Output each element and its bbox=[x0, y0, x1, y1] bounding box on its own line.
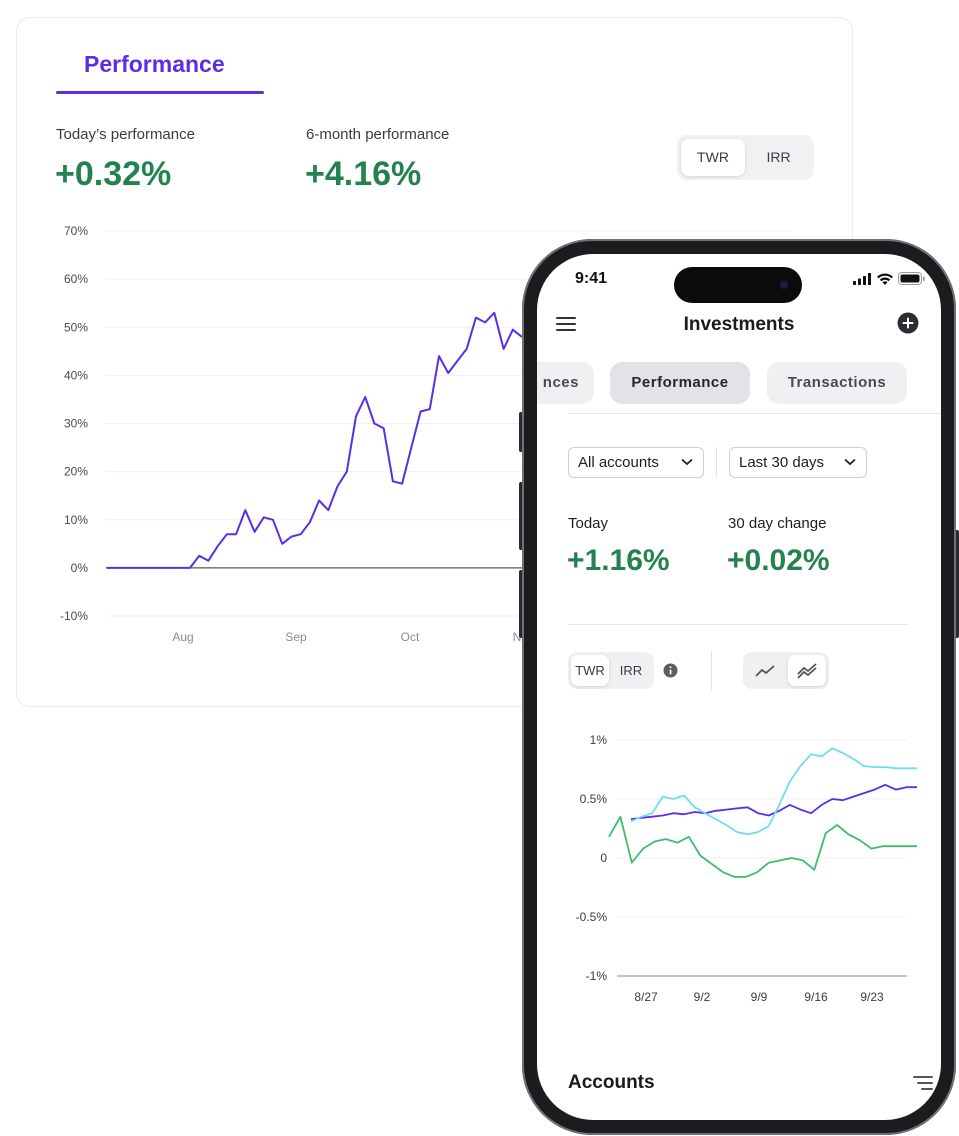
y-tick-label: 20% bbox=[64, 465, 88, 479]
y-tick-label: 70% bbox=[64, 224, 88, 238]
y-tick-label: 30% bbox=[64, 417, 88, 431]
x-tick-label: Oct bbox=[401, 630, 420, 644]
x-tick-label: 8/27 bbox=[634, 990, 658, 1004]
x-tick-label: 9/23 bbox=[860, 990, 884, 1004]
phone-performance-chart: 1% 0.5% 0 -0.5% -1% 8/27 9/2 9/9 9/16 9/23 bbox=[576, 733, 917, 1004]
x-tick-label: 9/9 bbox=[751, 990, 768, 1004]
y-tick-label: -10% bbox=[60, 609, 88, 623]
y-tick-label: 0.5% bbox=[580, 792, 608, 806]
phone-screen: 9:41 Investments nces Performance Transa… bbox=[537, 254, 941, 1120]
performance-line bbox=[107, 311, 523, 569]
series-line-2 bbox=[630, 747, 917, 836]
y-tick-label: 60% bbox=[64, 272, 88, 286]
series-line-3 bbox=[608, 815, 917, 878]
x-tick-label: 9/2 bbox=[694, 990, 711, 1004]
y-tick-label: -0.5% bbox=[576, 910, 608, 924]
x-tick-label: 9/16 bbox=[804, 990, 828, 1004]
y-tick-label: 50% bbox=[64, 320, 88, 334]
sort-icon[interactable] bbox=[913, 1076, 933, 1090]
x-tick-label: Sep bbox=[285, 630, 307, 644]
accounts-heading: Accounts bbox=[568, 1072, 655, 1093]
y-tick-label: -1% bbox=[586, 969, 608, 983]
y-tick-label: 40% bbox=[64, 368, 88, 382]
x-tick-label: Aug bbox=[172, 630, 193, 644]
y-tick-label: 10% bbox=[64, 513, 88, 527]
y-tick-label: 0 bbox=[600, 851, 607, 865]
y-tick-label: 0% bbox=[71, 561, 89, 575]
y-tick-label: 1% bbox=[590, 733, 608, 747]
